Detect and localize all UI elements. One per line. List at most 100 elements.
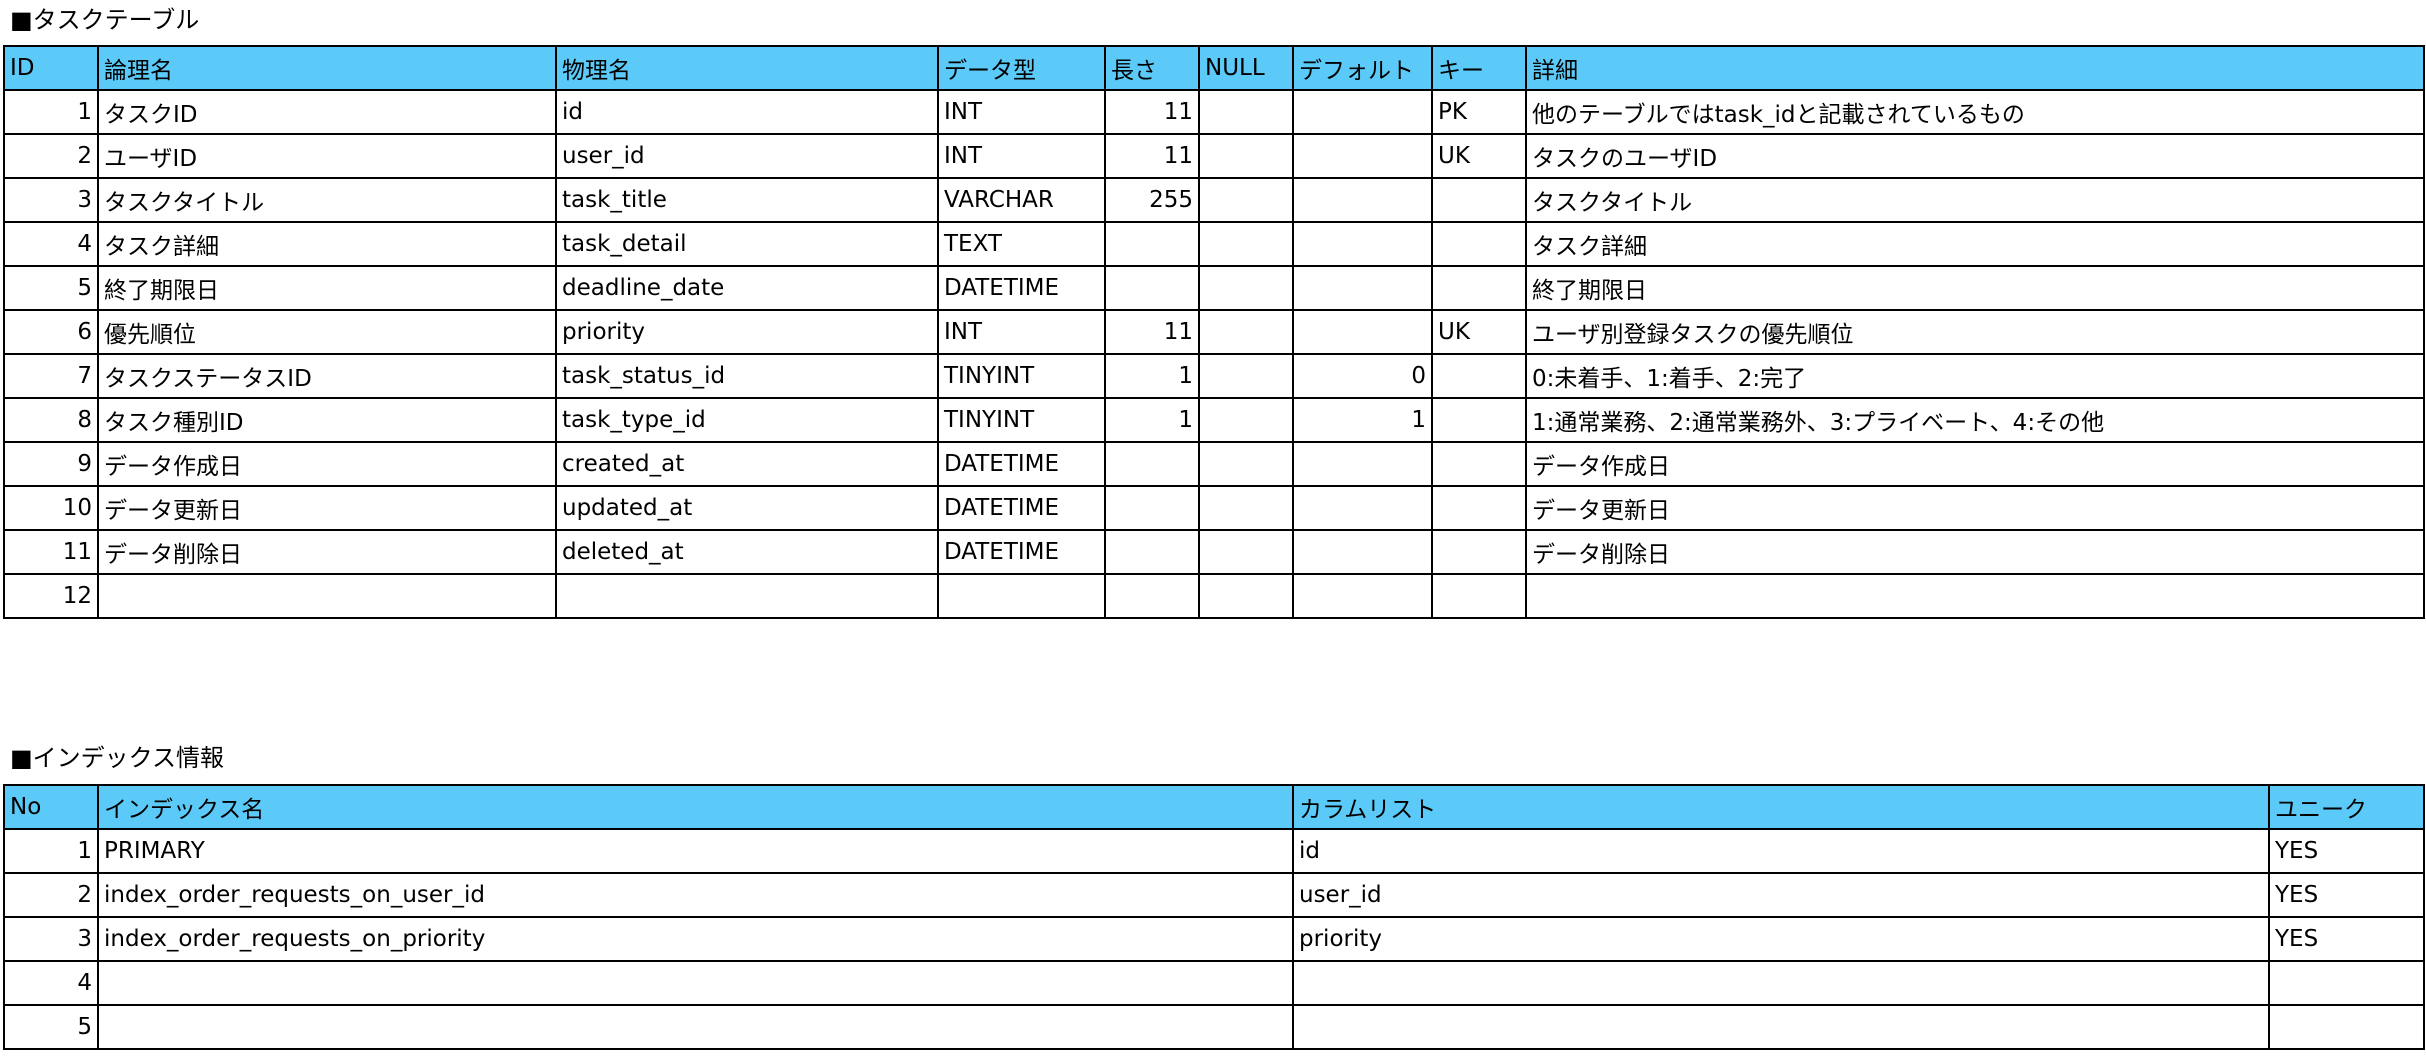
cell-data-type bbox=[937, 573, 1106, 619]
cell-length: 1 bbox=[1104, 397, 1200, 443]
cell-default bbox=[1292, 309, 1433, 355]
cell-unique bbox=[2268, 1004, 2425, 1050]
cell-key: UK bbox=[1431, 309, 1527, 355]
cell-default: 1 bbox=[1292, 397, 1433, 443]
cell-index-name: index_order_requests_on_user_id bbox=[97, 872, 1294, 918]
column-header-physical-name: 物理名 bbox=[555, 45, 939, 91]
cell-length: 1 bbox=[1104, 353, 1200, 399]
cell-logical-name: タスクステータスID bbox=[97, 353, 557, 399]
index-table-body: 1 PRIMARY id YES 2 index_order_requests_on_us… bbox=[3, 828, 2425, 1050]
cell-no: 2 bbox=[3, 872, 99, 918]
cell-physical-name bbox=[555, 573, 939, 619]
column-header-null: NULL bbox=[1198, 45, 1294, 91]
index-table-title: ■インデックス情報 bbox=[10, 744, 224, 772]
cell-id: 3 bbox=[3, 177, 99, 223]
cell-unique: YES bbox=[2268, 828, 2425, 874]
table-row: 6 優先順位 priority INT 11 UK ユーザ別登録タスクの優先順位 bbox=[3, 309, 2425, 355]
cell-physical-name: task_type_id bbox=[555, 397, 939, 443]
cell-length: 255 bbox=[1104, 177, 1200, 223]
column-header-unique: ユニーク bbox=[2268, 784, 2425, 830]
cell-default bbox=[1292, 265, 1433, 311]
cell-column-list: priority bbox=[1292, 916, 2270, 962]
cell-logical-name: タスクID bbox=[97, 89, 557, 135]
cell-key bbox=[1431, 485, 1527, 531]
cell-detail: タスクのユーザID bbox=[1525, 133, 2425, 179]
column-header-logical-name: 論理名 bbox=[97, 45, 557, 91]
task-table-body: 1 タスクID id INT 11 PK 他のテーブルではtask_idと記載されているもの… bbox=[3, 89, 2425, 619]
cell-length bbox=[1104, 441, 1200, 487]
cell-default bbox=[1292, 221, 1433, 267]
table-row: 4 bbox=[3, 960, 2425, 1006]
cell-index-name bbox=[97, 1004, 1294, 1050]
cell-null bbox=[1198, 353, 1294, 399]
cell-logical-name bbox=[97, 573, 557, 619]
cell-key bbox=[1431, 353, 1527, 399]
cell-default bbox=[1292, 529, 1433, 575]
cell-key bbox=[1431, 265, 1527, 311]
table-row: 2 ユーザID user_id INT 11 UK タスクのユーザID bbox=[3, 133, 2425, 179]
column-header-index-name: インデックス名 bbox=[97, 784, 1294, 830]
cell-no: 4 bbox=[3, 960, 99, 1006]
cell-detail: 終了期限日 bbox=[1525, 265, 2425, 311]
cell-key: UK bbox=[1431, 133, 1527, 179]
cell-length: 11 bbox=[1104, 133, 1200, 179]
cell-detail: データ作成日 bbox=[1525, 441, 2425, 487]
column-header-key: キー bbox=[1431, 45, 1527, 91]
cell-physical-name: priority bbox=[555, 309, 939, 355]
cell-physical-name: updated_at bbox=[555, 485, 939, 531]
cell-index-name bbox=[97, 960, 1294, 1006]
cell-physical-name: deadline_date bbox=[555, 265, 939, 311]
cell-null bbox=[1198, 441, 1294, 487]
cell-default bbox=[1292, 177, 1433, 223]
cell-default: 0 bbox=[1292, 353, 1433, 399]
cell-no: 1 bbox=[3, 828, 99, 874]
cell-id: 9 bbox=[3, 441, 99, 487]
cell-detail: データ更新日 bbox=[1525, 485, 2425, 531]
cell-null bbox=[1198, 89, 1294, 135]
cell-key bbox=[1431, 397, 1527, 443]
cell-logical-name: データ更新日 bbox=[97, 485, 557, 531]
table-row: 12 bbox=[3, 573, 2425, 619]
cell-physical-name: user_id bbox=[555, 133, 939, 179]
cell-column-list bbox=[1292, 960, 2270, 1006]
cell-detail: タスクタイトル bbox=[1525, 177, 2425, 223]
cell-data-type: TEXT bbox=[937, 221, 1106, 267]
cell-length bbox=[1104, 529, 1200, 575]
cell-detail: 1:通常業務、2:通常業務外、3:プライベート、4:その他 bbox=[1525, 397, 2425, 443]
table-row: 9 データ作成日 created_at DATETIME データ作成日 bbox=[3, 441, 2425, 487]
cell-detail: ユーザ別登録タスクの優先順位 bbox=[1525, 309, 2425, 355]
table-row: 4 タスク詳細 task_detail TEXT タスク詳細 bbox=[3, 221, 2425, 267]
cell-null bbox=[1198, 485, 1294, 531]
cell-id: 6 bbox=[3, 309, 99, 355]
cell-id: 4 bbox=[3, 221, 99, 267]
cell-length bbox=[1104, 573, 1200, 619]
cell-default bbox=[1292, 133, 1433, 179]
cell-id: 7 bbox=[3, 353, 99, 399]
cell-default bbox=[1292, 485, 1433, 531]
cell-logical-name: タスク詳細 bbox=[97, 221, 557, 267]
cell-data-type: INT bbox=[937, 309, 1106, 355]
cell-column-list bbox=[1292, 1004, 2270, 1050]
cell-null bbox=[1198, 573, 1294, 619]
cell-index-name: index_order_requests_on_priority bbox=[97, 916, 1294, 962]
cell-physical-name: task_status_id bbox=[555, 353, 939, 399]
table-row: 2 index_order_requests_on_user_id user_id Y… bbox=[3, 872, 2425, 918]
cell-length bbox=[1104, 485, 1200, 531]
cell-unique: YES bbox=[2268, 872, 2425, 918]
cell-id: 8 bbox=[3, 397, 99, 443]
cell-detail: 他のテーブルではtask_idと記載されているもの bbox=[1525, 89, 2425, 135]
cell-logical-name: データ作成日 bbox=[97, 441, 557, 487]
table-row: 7 タスクステータスID task_status_id TINYINT 1 0 0:未着手、… bbox=[3, 353, 2425, 399]
table-row: 3 index_order_requests_on_priority priorit… bbox=[3, 916, 2425, 962]
cell-length bbox=[1104, 221, 1200, 267]
task-table-header-row: ID 論理名 物理名 データ型 長さ NULL デフォルト キー 詳細 bbox=[3, 45, 2425, 91]
cell-physical-name: task_detail bbox=[555, 221, 939, 267]
cell-physical-name: task_title bbox=[555, 177, 939, 223]
column-header-default: デフォルト bbox=[1292, 45, 1433, 91]
cell-null bbox=[1198, 265, 1294, 311]
cell-id: 12 bbox=[3, 573, 99, 619]
column-header-no: No bbox=[3, 784, 99, 830]
table-row: 1 タスクID id INT 11 PK 他のテーブルではtask_idと記載されているもの bbox=[3, 89, 2425, 135]
cell-key bbox=[1431, 177, 1527, 223]
cell-detail: タスク詳細 bbox=[1525, 221, 2425, 267]
